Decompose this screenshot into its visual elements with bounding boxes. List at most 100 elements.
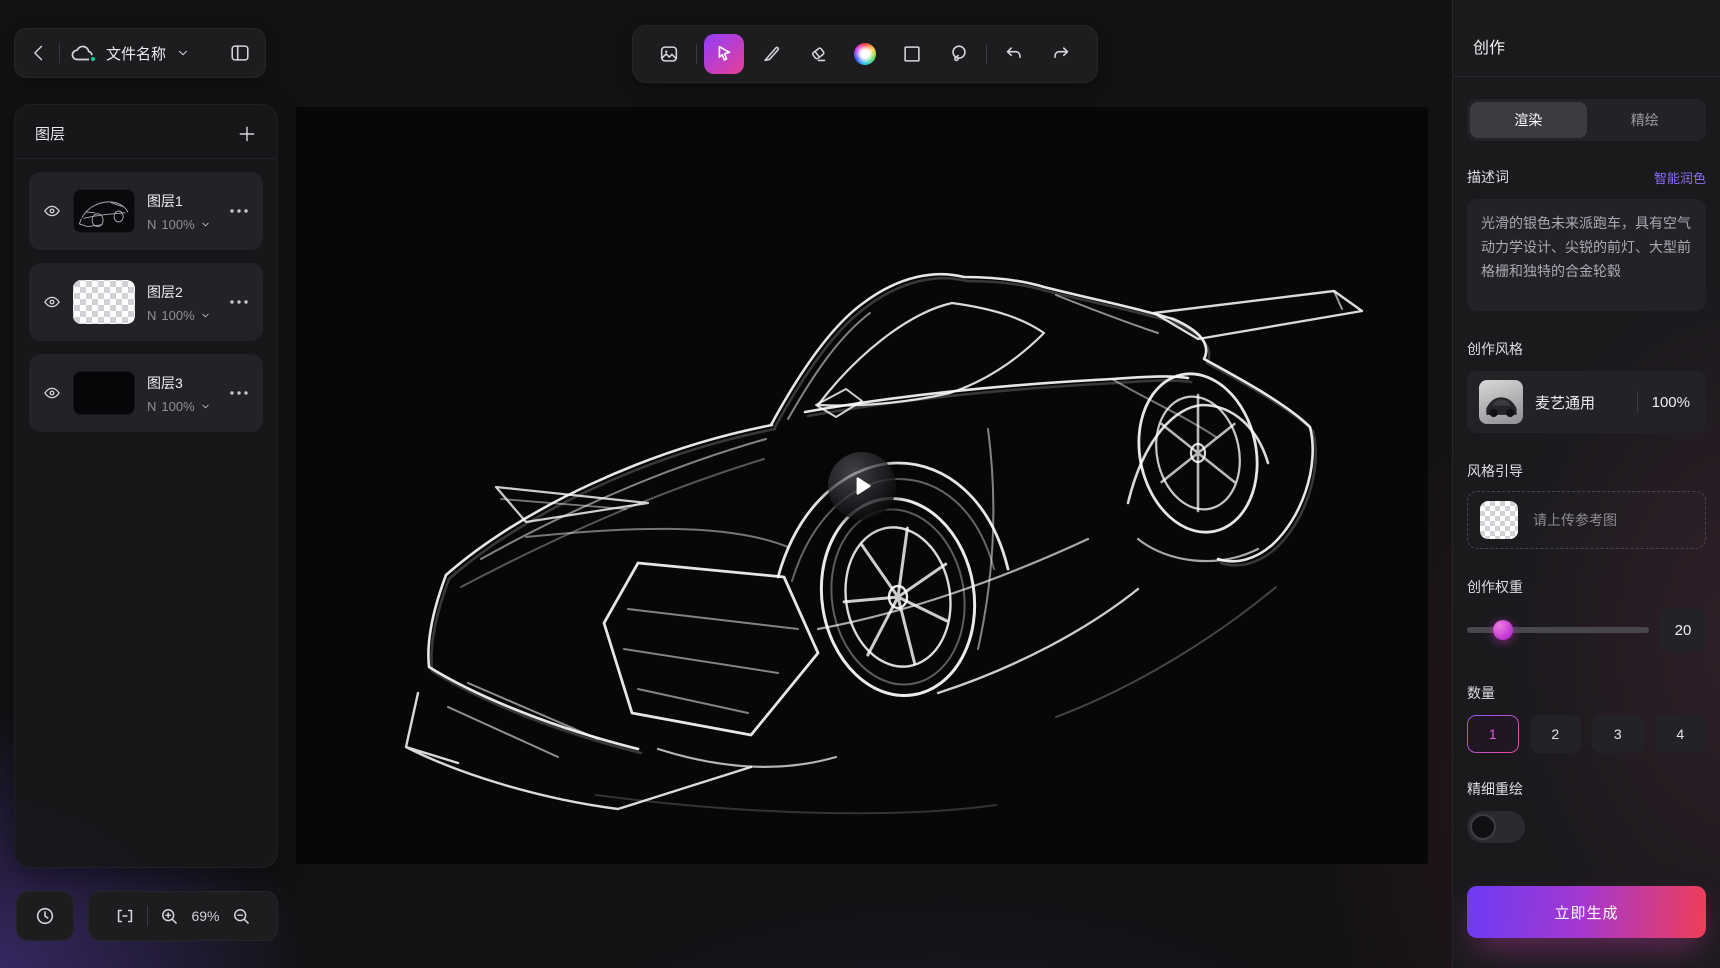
style-label: 创作风格 — [1467, 339, 1706, 359]
prompt-header: 描述词 智能润色 — [1467, 167, 1706, 187]
history-icon — [34, 905, 56, 927]
blend-mode: N — [147, 308, 156, 323]
weight-value[interactable]: 20 — [1660, 608, 1706, 652]
layer-opacity: 100% — [161, 308, 194, 323]
zoom-controls: 69% — [88, 891, 278, 941]
play-button[interactable] — [828, 452, 896, 520]
quantity-option-3[interactable]: 3 — [1592, 715, 1644, 753]
divider — [986, 44, 987, 64]
zoom-in-button[interactable] — [159, 906, 180, 927]
layer-thumbnail-transparent — [73, 280, 135, 324]
quantity-label: 数量 — [1467, 683, 1706, 703]
add-layer-button[interactable] — [237, 124, 257, 144]
zoom-out-icon — [231, 906, 252, 927]
tab-render[interactable]: 渲染 — [1470, 102, 1587, 138]
weight-label: 创作权重 — [1467, 577, 1706, 597]
smart-enhance-link[interactable]: 智能润色 — [1654, 168, 1706, 187]
history-button[interactable] — [34, 905, 56, 927]
mode-tabs: 渲染 精绘 — [1467, 99, 1706, 141]
quantity-option-2[interactable]: 2 — [1530, 715, 1582, 753]
layer-blend-opacity[interactable]: N 100% — [147, 308, 211, 323]
layer-thumbnail-car — [73, 189, 135, 233]
brush-tool-button[interactable] — [751, 34, 791, 74]
prompt-label: 描述词 — [1467, 167, 1509, 187]
layers-header: 图层 — [15, 105, 277, 158]
zoom-in-icon — [159, 906, 180, 927]
style-thumbnail — [1479, 380, 1523, 424]
reference-placeholder-text: 请上传参考图 — [1533, 510, 1617, 530]
pointer-tool-icon — [713, 43, 735, 65]
redo-icon — [1050, 43, 1072, 65]
fine-redraw-toggle[interactable] — [1467, 811, 1525, 843]
fine-redraw-label: 精细重绘 — [1467, 779, 1706, 799]
fit-width-icon — [114, 905, 136, 927]
prompt-input[interactable]: 光滑的银色未来派跑车，具有空气动力学设计、尖锐的前灯、大型前格栅和独特的合金轮毂 — [1467, 199, 1706, 311]
layer-row-1[interactable]: 图层1 N 100% — [29, 172, 263, 250]
undo-button[interactable] — [994, 34, 1034, 74]
divider — [15, 158, 277, 159]
panel-toggle-button[interactable] — [229, 42, 251, 64]
style-strength[interactable]: 100% — [1652, 394, 1690, 411]
zoom-level[interactable]: 69% — [191, 908, 219, 924]
layer-info: 图层1 N 100% — [147, 191, 211, 232]
weight-row: 20 — [1467, 607, 1706, 653]
color-picker-button[interactable] — [845, 34, 885, 74]
layer-more-button[interactable] — [229, 390, 249, 396]
play-icon — [849, 473, 875, 499]
zoom-out-button[interactable] — [231, 906, 252, 927]
layer-row-3[interactable]: 图层3 N 100% — [29, 354, 263, 432]
chevron-down-icon[interactable] — [176, 46, 190, 60]
layer-visibility-button[interactable] — [43, 293, 61, 311]
layer-opacity: 100% — [161, 399, 194, 414]
layer-thumbnail-black — [73, 371, 135, 415]
layer-blend-opacity[interactable]: N 100% — [147, 217, 211, 232]
eraser-tool-icon — [807, 43, 829, 65]
divider — [147, 906, 148, 926]
tools-toolbar — [632, 25, 1098, 83]
layer-row-2[interactable]: 图层2 N 100% — [29, 263, 263, 341]
fit-width-button[interactable] — [114, 905, 136, 927]
eye-icon — [43, 293, 61, 311]
style-selector[interactable]: 麦艺通用 100% — [1467, 371, 1706, 433]
layer-opacity: 100% — [161, 217, 194, 232]
layers-title: 图层 — [35, 123, 65, 144]
quantity-option-1[interactable]: 1 — [1467, 715, 1519, 753]
layer-more-button[interactable] — [229, 299, 249, 305]
eye-icon — [43, 202, 61, 220]
layer-name: 图层2 — [147, 282, 211, 302]
quantity-option-4[interactable]: 4 — [1655, 715, 1707, 753]
layer-more-button[interactable] — [229, 208, 249, 214]
panel-body: 渲染 精绘 描述词 智能润色 光滑的银色未来派跑车，具有空气动力学设计、尖锐的前… — [1453, 77, 1720, 938]
eraser-tool-button[interactable] — [798, 34, 838, 74]
back-icon — [29, 43, 49, 63]
layer-blend-opacity[interactable]: N 100% — [147, 399, 211, 414]
lasso-tool-button[interactable] — [939, 34, 979, 74]
slider-knob[interactable] — [1493, 620, 1513, 640]
weight-slider[interactable] — [1467, 620, 1649, 640]
redo-button[interactable] — [1041, 34, 1081, 74]
lasso-tool-icon — [948, 43, 970, 65]
layer-visibility-button[interactable] — [43, 202, 61, 220]
layer-name: 图层3 — [147, 373, 211, 393]
cloud-sync-icon — [70, 42, 96, 64]
panel-title: 创作 — [1453, 0, 1720, 76]
layer-name: 图层1 — [147, 191, 211, 211]
divider — [59, 43, 60, 63]
more-icon — [229, 299, 249, 305]
generate-button[interactable]: 立即生成 — [1467, 886, 1706, 938]
layer-visibility-button[interactable] — [43, 384, 61, 402]
file-name[interactable]: 文件名称 — [106, 43, 166, 64]
tab-refine[interactable]: 精绘 — [1587, 102, 1704, 138]
reference-upload-box[interactable]: 请上传参考图 — [1467, 491, 1706, 549]
back-button[interactable] — [29, 43, 49, 63]
canvas[interactable] — [296, 107, 1428, 864]
blend-mode: N — [147, 217, 156, 232]
eye-icon — [43, 384, 61, 402]
chevron-down-icon — [200, 310, 211, 321]
pointer-tool-button[interactable] — [704, 34, 744, 74]
image-tool-button[interactable] — [649, 34, 689, 74]
rectangle-tool-button[interactable] — [892, 34, 932, 74]
history-button-box — [16, 891, 74, 941]
layer-info: 图层3 N 100% — [147, 373, 211, 414]
creation-panel: 创作 渲染 精绘 描述词 智能润色 光滑的银色未来派跑车，具有空气动力学设计、尖… — [1452, 0, 1720, 968]
